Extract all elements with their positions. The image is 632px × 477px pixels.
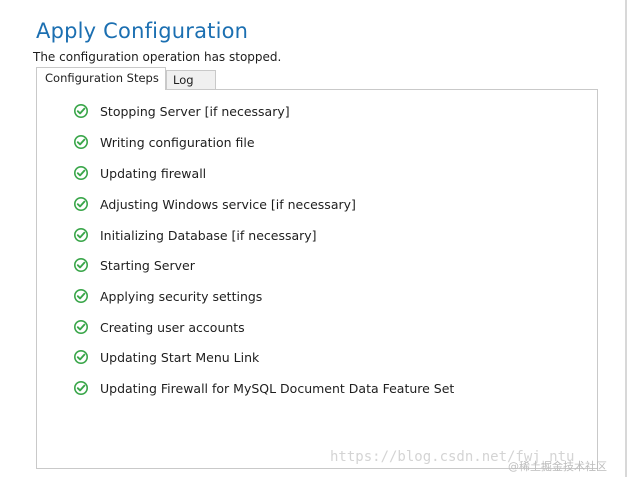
step-label: Initializing Database [if necessary] — [100, 227, 317, 243]
step-item: Updating Firewall for MySQL Document Dat… — [74, 378, 454, 398]
step-item: Adjusting Windows service [if necessary] — [74, 194, 356, 214]
check-circle-icon — [74, 258, 88, 272]
step-label: Adjusting Windows service [if necessary] — [100, 196, 356, 212]
step-item: Starting Server — [74, 255, 195, 275]
check-circle-icon — [74, 104, 88, 118]
step-item: Updating firewall — [74, 163, 206, 183]
tab-log[interactable]: Log — [166, 70, 216, 90]
check-circle-icon — [74, 135, 88, 149]
step-label: Updating Start Menu Link — [100, 349, 260, 365]
window-right-border — [625, 0, 627, 477]
step-label: Updating Firewall for MySQL Document Dat… — [100, 380, 455, 396]
check-circle-icon — [74, 381, 88, 395]
check-circle-icon — [74, 350, 88, 364]
page-title: Apply Configuration — [36, 19, 249, 43]
tab-configuration-steps[interactable]: Configuration Steps — [36, 67, 166, 90]
step-item: Stopping Server [if necessary] — [74, 101, 290, 121]
check-circle-icon — [74, 320, 88, 334]
check-circle-icon — [74, 289, 88, 303]
check-circle-icon — [74, 166, 88, 180]
step-label: Writing configuration file — [100, 134, 255, 150]
step-label: Applying security settings — [100, 288, 263, 304]
step-item: Creating user accounts — [74, 317, 245, 337]
step-item: Writing configuration file — [74, 132, 255, 152]
status-message: The configuration operation has stopped. — [33, 50, 282, 64]
step-label: Creating user accounts — [100, 319, 245, 335]
check-circle-icon — [74, 197, 88, 211]
step-label: Stopping Server [if necessary] — [100, 103, 290, 119]
step-item: Applying security settings — [74, 286, 262, 306]
step-item: Initializing Database [if necessary] — [74, 225, 317, 245]
step-label: Starting Server — [100, 257, 195, 273]
watermark-cn: @稀土掘金技术社区 — [508, 460, 607, 473]
step-item: Updating Start Menu Link — [74, 347, 259, 367]
step-label: Updating firewall — [100, 165, 207, 181]
check-circle-icon — [74, 228, 88, 242]
